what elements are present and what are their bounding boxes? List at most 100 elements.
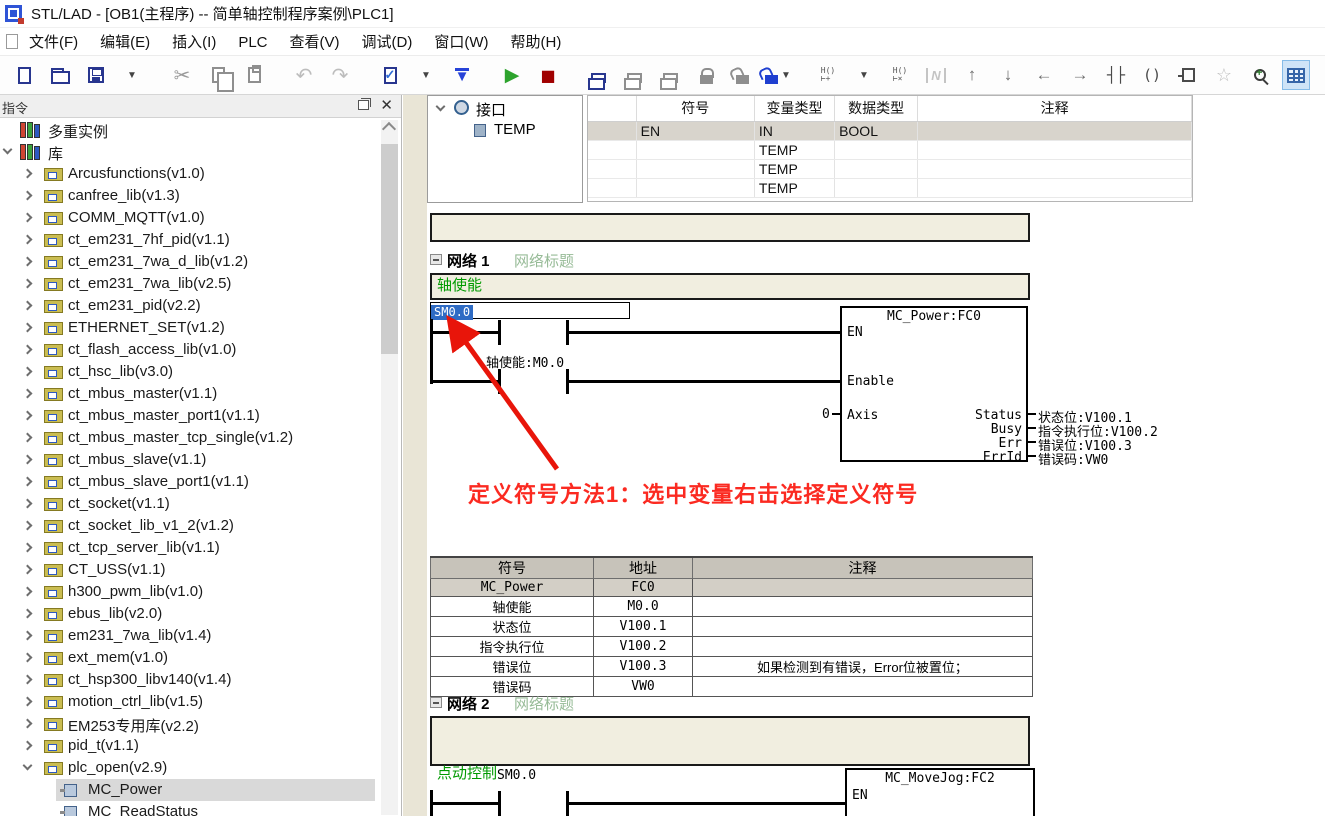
lock-button[interactable] — [693, 61, 719, 89]
cell-comment[interactable]: 如果检测到有错误，Error位被置位； — [693, 657, 1033, 677]
download-button[interactable]: ▼ — [449, 61, 475, 89]
var-table-row-1[interactable]: TEMP — [588, 140, 1192, 159]
menu-item-6[interactable]: 窗口(W) — [423, 31, 499, 54]
cell-comment[interactable] — [693, 579, 1033, 597]
cell-symbol[interactable] — [636, 140, 754, 159]
new-button[interactable] — [11, 61, 37, 89]
network2-title-placeholder[interactable]: 网络标题 — [514, 693, 574, 714]
cell-data-type[interactable] — [835, 159, 918, 178]
insert-box-button[interactable] — [1175, 61, 1201, 89]
axis-constant[interactable]: 0 — [822, 407, 830, 422]
tree-item-ct_mbus_slave-v1-1-[interactable]: ct_mbus_slave(v1.1) — [0, 449, 401, 471]
tree-item-label[interactable]: ct_mbus_slave_port1(v1.1) — [68, 473, 249, 490]
cell-address[interactable]: FC0 — [594, 579, 693, 597]
chevron-down-icon[interactable] — [3, 145, 13, 155]
cascade-2-button[interactable] — [657, 61, 683, 89]
tree-item-label[interactable]: ct_flash_access_lib(v1.0) — [68, 341, 236, 358]
tree-item-label[interactable]: EM253专用库(v2.2) — [68, 715, 199, 736]
tree-item-canfree_lib-v1-3-[interactable]: canfree_lib(v1.3) — [0, 185, 401, 207]
tree-item-pid_t-v1-1-[interactable]: pid_t(v1.1) — [0, 735, 401, 757]
chevron-right-icon[interactable] — [23, 301, 33, 311]
tree-item-ct_em231_7wa_d_lib-v1-2-[interactable]: ct_em231_7wa_d_lib(v1.2) — [0, 251, 401, 273]
chevron-right-icon[interactable] — [23, 653, 33, 663]
tree-item--[interactable]: 库 — [0, 141, 401, 163]
chevron-right-icon[interactable] — [23, 587, 33, 597]
scroll-up-icon[interactable] — [382, 122, 396, 136]
chevron-right-icon[interactable] — [23, 521, 33, 531]
tree-item-label[interactable]: ct_em231_7hf_pid(v1.1) — [68, 231, 230, 248]
cascade-1-button[interactable] — [621, 61, 647, 89]
var-table-row-3[interactable]: TEMP — [588, 178, 1192, 197]
line-left-button[interactable]: ← — [1031, 61, 1057, 89]
tree-item-ct_hsp300_libv140-v1-4-[interactable]: ct_hsp300_libv140(v1.4) — [0, 669, 401, 691]
scrollbar-thumb[interactable] — [381, 144, 398, 354]
tree-item-ct_em231_7wa_lib-v2-5-[interactable]: ct_em231_7wa_lib(v2.5) — [0, 273, 401, 295]
chevron-right-icon[interactable] — [23, 257, 33, 267]
copy-button[interactable] — [205, 61, 231, 89]
selected-operand-box[interactable]: SM0.0 — [430, 302, 630, 319]
tree-item-ct_tcp_server_lib-v1-1-[interactable]: ct_tcp_server_lib(v1.1) — [0, 537, 401, 559]
chevron-right-icon[interactable] — [23, 213, 33, 223]
chevron-right-icon[interactable] — [23, 191, 33, 201]
stop-button[interactable]: ■ — [535, 61, 561, 89]
chevron-right-icon[interactable] — [23, 279, 33, 289]
cell-symbol[interactable]: MC_Power — [431, 579, 594, 597]
tree-item-em253-v2-2-[interactable]: EM253专用库(v2.2) — [0, 713, 401, 735]
menu-item-3[interactable]: PLC — [227, 31, 278, 54]
chevron-right-icon[interactable] — [23, 697, 33, 707]
tree-item-label[interactable]: ct_mbus_master_port1(v1.1) — [68, 407, 260, 424]
tree-item-label[interactable]: 库 — [48, 143, 63, 164]
cell-comment[interactable] — [693, 617, 1033, 637]
tree-item-mc_power[interactable]: MC_Power — [0, 779, 401, 801]
symbol-table-row-0[interactable]: MC_PowerFC0 — [431, 579, 1033, 597]
tree-item-label[interactable]: CT_USS(v1.1) — [68, 561, 166, 578]
network2-collapse-icon[interactable] — [430, 697, 442, 708]
program-comment-box[interactable] — [430, 213, 1030, 242]
block-title[interactable]: MC_MoveJog:FC2 — [847, 771, 1033, 786]
cell-address[interactable]: V100.3 — [594, 657, 693, 677]
chevron-down-icon[interactable] — [23, 761, 33, 771]
selected-operand[interactable]: SM0.0 — [431, 305, 473, 320]
cell-address[interactable]: V100.1 — [594, 617, 693, 637]
cell-address[interactable]: V100.2 — [594, 637, 693, 657]
contact-bar[interactable] — [498, 369, 501, 394]
tree-item-ct_mbus_master_port1-v1-1-[interactable]: ct_mbus_master_port1(v1.1) — [0, 405, 401, 427]
mc-movejog-block[interactable]: MC_MoveJog:FC2 EN — [845, 768, 1035, 816]
interface-root-row[interactable]: 接口 — [428, 96, 582, 120]
chevron-right-icon[interactable] — [23, 235, 33, 245]
insert-network-options-button[interactable]: ▼ — [851, 61, 877, 89]
tree-item-h300_pwm_lib-v1-0-[interactable]: h300_pwm_lib(v1.0) — [0, 581, 401, 603]
run-button[interactable]: ▶ — [499, 61, 525, 89]
tree-item-label[interactable]: Arcusfunctions(v1.0) — [68, 165, 205, 182]
tree-item-mc_readstatus[interactable]: MC_ReadStatus — [0, 801, 401, 816]
chevron-right-icon[interactable] — [23, 609, 33, 619]
insert-coil-button[interactable]: () — [1139, 61, 1165, 89]
network1-title-placeholder[interactable]: 网络标题 — [514, 250, 574, 271]
var-table-row-0[interactable]: ENINBOOL — [588, 121, 1192, 140]
contact-bar[interactable] — [498, 791, 501, 816]
chevron-right-icon[interactable] — [23, 389, 33, 399]
tree-item-label[interactable]: em231_7wa_lib(v1.4) — [68, 627, 211, 644]
sidebar-scrollbar[interactable] — [381, 120, 398, 815]
tree-item-label[interactable]: ct_mbus_slave(v1.1) — [68, 451, 206, 468]
network1-collapse-icon[interactable] — [430, 254, 442, 265]
cell-symbol[interactable] — [636, 178, 754, 197]
unlock-button[interactable] — [729, 61, 755, 89]
cell-data-type[interactable]: BOOL — [835, 121, 918, 140]
symbol-table-row-1[interactable]: 轴使能M0.0 — [431, 597, 1033, 617]
cut-button[interactable]: ✂ — [169, 61, 195, 89]
insert-network-button[interactable]: H() ⊢+ — [815, 61, 841, 89]
program-block-button[interactable] — [585, 61, 611, 89]
tree-item-label[interactable]: 多重实例 — [48, 121, 108, 142]
compile-options-button[interactable]: ▼ — [413, 61, 439, 89]
block-title[interactable]: MC_Power:FC0 — [842, 309, 1026, 324]
cell-var-type[interactable]: IN — [754, 121, 834, 140]
tree-item-ct_socket-v1-1-[interactable]: ct_socket(v1.1) — [0, 493, 401, 515]
var-table-row-2[interactable]: TEMP — [588, 159, 1192, 178]
tree-item-label[interactable]: h300_pwm_lib(v1.0) — [68, 583, 203, 600]
undo-button[interactable]: ↶ — [291, 61, 317, 89]
chevron-right-icon[interactable] — [23, 477, 33, 487]
line-up-button[interactable]: ↑ — [959, 61, 985, 89]
symbol-table-row-3[interactable]: 指令执行位V100.2 — [431, 637, 1033, 657]
tree-item-label[interactable]: ct_tcp_server_lib(v1.1) — [68, 539, 220, 556]
